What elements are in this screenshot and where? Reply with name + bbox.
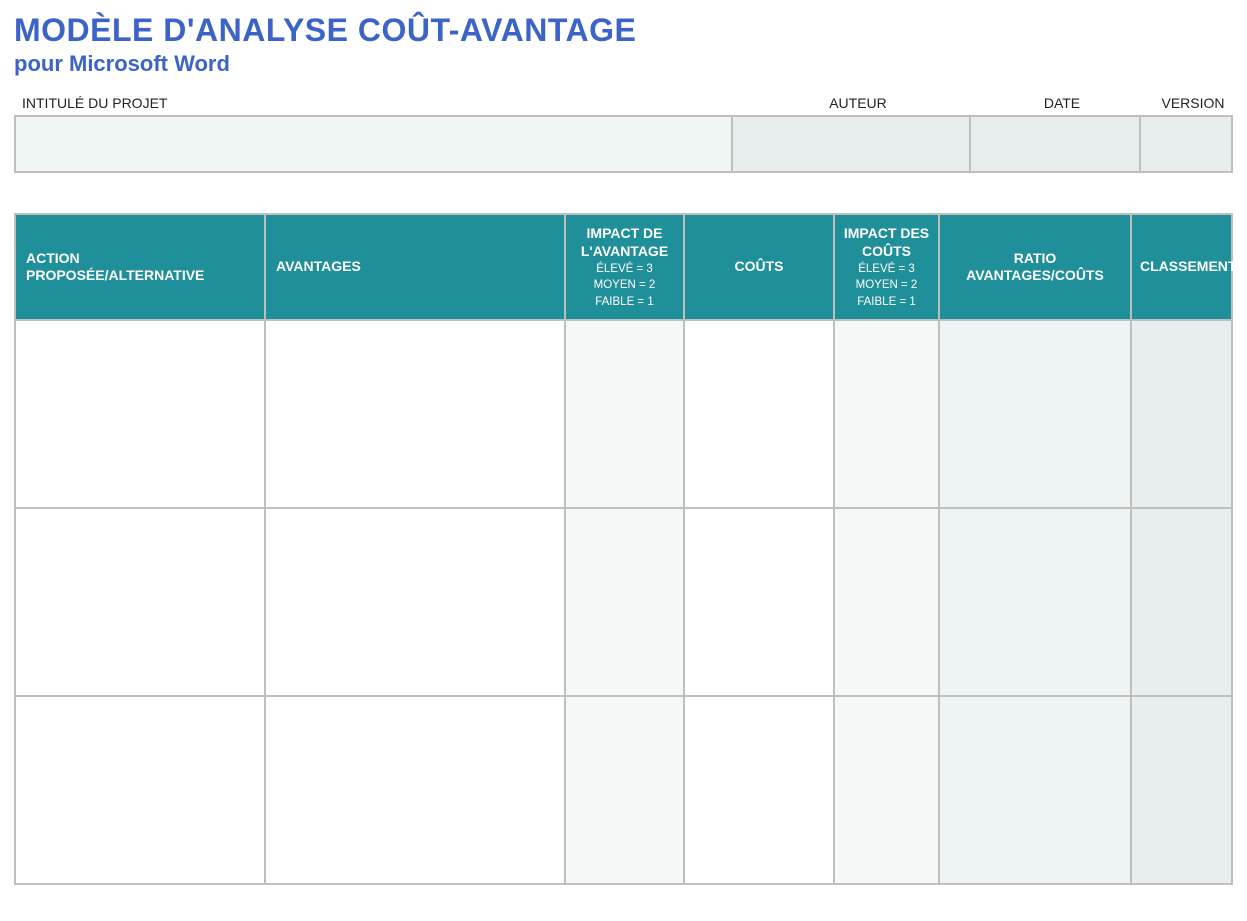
- table-row: [16, 697, 1233, 885]
- table-row: [16, 509, 1233, 697]
- col-cost-impact: IMPACT DES COÛTS ÉLEVÉ = 3 MOYEN = 2 FAI…: [835, 215, 940, 321]
- col-advantage-impact-label: IMPACT DE L'AVANTAGE: [581, 225, 668, 259]
- cell-action[interactable]: [16, 321, 266, 509]
- col-ratio: RATIO AVANTAGES/COÛTS: [940, 215, 1132, 321]
- col-action: ACTION PROPOSÉE/ALTERNATIVE: [16, 215, 266, 321]
- cell-advantages[interactable]: [266, 509, 566, 697]
- version-field[interactable]: [1141, 117, 1233, 173]
- page-title: MODÈLE D'ANALYSE COÛT-AVANTAGE: [14, 12, 1233, 49]
- cell-cost-impact[interactable]: [835, 321, 940, 509]
- label-author: AUTEUR: [739, 95, 977, 111]
- scale-high: ÉLEVÉ = 3: [574, 262, 675, 276]
- col-costs: COÛTS: [685, 215, 835, 321]
- cell-advantages[interactable]: [266, 697, 566, 885]
- cell-cost-impact[interactable]: [835, 509, 940, 697]
- col-advantages: AVANTAGES: [266, 215, 566, 321]
- project-title-field[interactable]: [16, 117, 733, 173]
- scale-med: MOYEN = 2: [843, 278, 930, 292]
- cell-advantage-impact[interactable]: [566, 321, 685, 509]
- cell-ratio[interactable]: [940, 321, 1132, 509]
- cell-ratio[interactable]: [940, 697, 1132, 885]
- col-cost-impact-label: IMPACT DES COÛTS: [844, 225, 929, 259]
- cell-action[interactable]: [16, 697, 266, 885]
- col-advantage-impact: IMPACT DE L'AVANTAGE ÉLEVÉ = 3 MOYEN = 2…: [566, 215, 685, 321]
- page-subtitle: pour Microsoft Word: [14, 51, 1233, 77]
- analysis-table: ACTION PROPOSÉE/ALTERNATIVE AVANTAGES IM…: [14, 213, 1233, 885]
- cell-rank[interactable]: [1132, 697, 1233, 885]
- col-rank: CLASSEMENT: [1132, 215, 1233, 321]
- cell-cost-impact[interactable]: [835, 697, 940, 885]
- scale-low: FAIBLE = 1: [574, 295, 675, 309]
- cell-costs[interactable]: [685, 697, 835, 885]
- cell-advantage-impact[interactable]: [566, 509, 685, 697]
- cell-action[interactable]: [16, 509, 266, 697]
- cell-ratio[interactable]: [940, 509, 1132, 697]
- author-field[interactable]: [733, 117, 971, 173]
- label-project: INTITULÉ DU PROJET: [22, 95, 739, 111]
- meta-input-row: [14, 115, 1233, 173]
- scale-high: ÉLEVÉ = 3: [843, 262, 930, 276]
- cell-advantages[interactable]: [266, 321, 566, 509]
- cell-rank[interactable]: [1132, 321, 1233, 509]
- table-row: [16, 321, 1233, 509]
- cell-advantage-impact[interactable]: [566, 697, 685, 885]
- meta-header-row: INTITULÉ DU PROJET AUTEUR DATE VERSION: [14, 95, 1233, 115]
- date-field[interactable]: [971, 117, 1141, 173]
- label-version: VERSION: [1147, 95, 1239, 111]
- cell-costs[interactable]: [685, 509, 835, 697]
- cell-costs[interactable]: [685, 321, 835, 509]
- cell-rank[interactable]: [1132, 509, 1233, 697]
- label-date: DATE: [977, 95, 1147, 111]
- scale-low: FAIBLE = 1: [843, 295, 930, 309]
- scale-med: MOYEN = 2: [574, 278, 675, 292]
- table-header-row: ACTION PROPOSÉE/ALTERNATIVE AVANTAGES IM…: [16, 215, 1233, 321]
